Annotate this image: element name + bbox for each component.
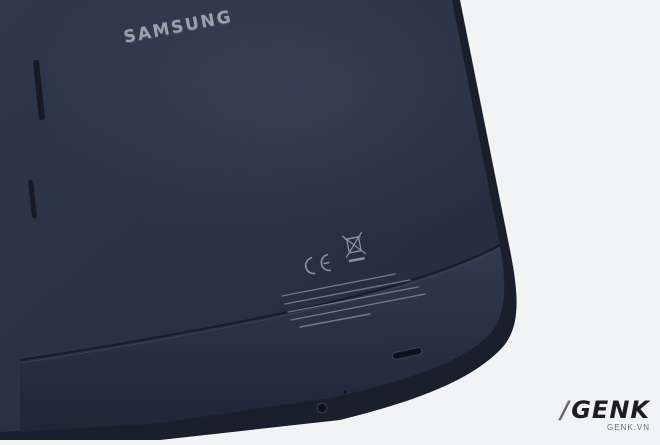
photo-scene: SAMSUNG /GENK GENK.VN bbox=[0, 0, 660, 440]
watermark-url: GENK.VN bbox=[606, 423, 650, 432]
mic-hole bbox=[343, 390, 347, 394]
watermark-logo: /GENK bbox=[560, 396, 650, 424]
headphone-jack bbox=[316, 402, 328, 414]
genk-watermark: /GENK GENK.VN bbox=[560, 398, 650, 432]
watermark-logo-text: GENK bbox=[571, 396, 650, 424]
phone-back-svg bbox=[0, 0, 517, 440]
